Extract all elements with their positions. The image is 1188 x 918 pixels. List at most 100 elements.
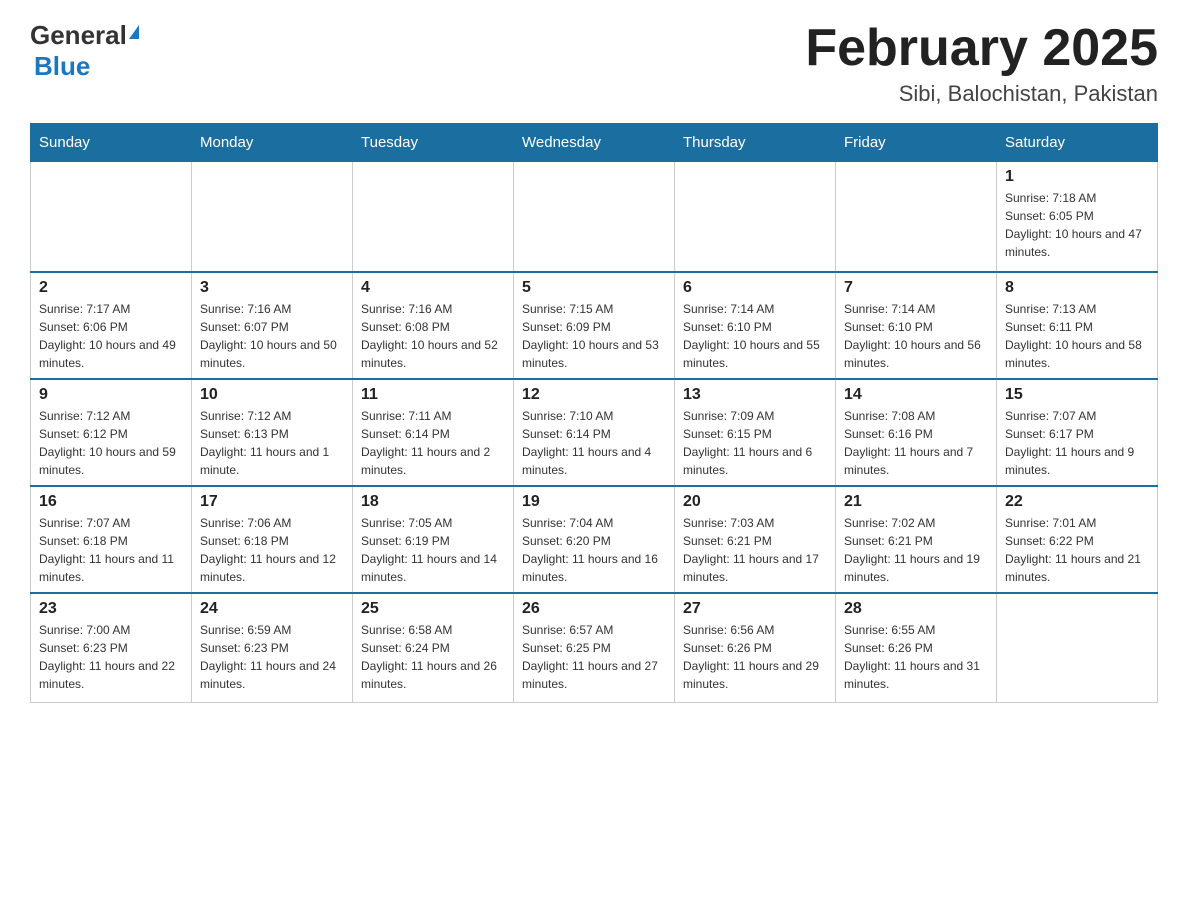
header-monday: Monday xyxy=(192,124,353,162)
day-info: Sunrise: 7:07 AMSunset: 6:18 PMDaylight:… xyxy=(39,514,183,586)
calendar-cell: 15 Sunrise: 7:07 AMSunset: 6:17 PMDayligh… xyxy=(997,379,1158,486)
day-info: Sunrise: 7:14 AMSunset: 6:10 PMDaylight:… xyxy=(844,300,988,372)
day-number: 27 xyxy=(683,600,827,618)
day-number: 6 xyxy=(683,279,827,297)
calendar-cell: 4 Sunrise: 7:16 AMSunset: 6:08 PMDaylight… xyxy=(353,272,514,379)
day-info: Sunrise: 7:06 AMSunset: 6:18 PMDaylight:… xyxy=(200,514,344,586)
calendar-cell xyxy=(192,162,353,272)
page: General Blue February 2025 Sibi, Balochi… xyxy=(0,0,1188,723)
day-info: Sunrise: 7:12 AMSunset: 6:12 PMDaylight:… xyxy=(39,407,183,479)
calendar-cell: 17 Sunrise: 7:06 AMSunset: 6:18 PMDayligh… xyxy=(192,486,353,593)
day-info: Sunrise: 7:15 AMSunset: 6:09 PMDaylight:… xyxy=(522,300,666,372)
day-number: 21 xyxy=(844,493,988,511)
calendar-cell: 28 Sunrise: 6:55 AMSunset: 6:26 PMDayligh… xyxy=(836,593,997,703)
day-info: Sunrise: 7:17 AMSunset: 6:06 PMDaylight:… xyxy=(39,300,183,372)
day-info: Sunrise: 7:10 AMSunset: 6:14 PMDaylight:… xyxy=(522,407,666,479)
day-info: Sunrise: 7:03 AMSunset: 6:21 PMDaylight:… xyxy=(683,514,827,586)
day-info: Sunrise: 6:58 AMSunset: 6:24 PMDaylight:… xyxy=(361,621,505,693)
calendar-cell xyxy=(997,593,1158,703)
calendar-cell: 21Sunrise: 7:02 AMSunset: 6:21 PMDayligh… xyxy=(836,486,997,593)
day-number: 16 xyxy=(39,493,183,511)
day-number: 12 xyxy=(522,386,666,404)
day-info: Sunrise: 7:04 AMSunset: 6:20 PMDaylight:… xyxy=(522,514,666,586)
calendar-cell: 19Sunrise: 7:04 AMSunset: 6:20 PMDayligh… xyxy=(514,486,675,593)
calendar-row-4: 23 Sunrise: 7:00 AMSunset: 6:23 PMDayligh… xyxy=(31,593,1158,703)
day-number: 25 xyxy=(361,600,505,618)
day-number: 3 xyxy=(200,279,344,297)
day-info: Sunrise: 7:14 AMSunset: 6:10 PMDaylight:… xyxy=(683,300,827,372)
day-number: 5 xyxy=(522,279,666,297)
day-number: 17 xyxy=(200,493,344,511)
calendar-cell: 5 Sunrise: 7:15 AMSunset: 6:09 PMDaylight… xyxy=(514,272,675,379)
calendar-cell: 18Sunrise: 7:05 AMSunset: 6:19 PMDayligh… xyxy=(353,486,514,593)
calendar-cell xyxy=(836,162,997,272)
day-number: 8 xyxy=(1005,279,1149,297)
day-info: Sunrise: 7:07 AMSunset: 6:17 PMDaylight:… xyxy=(1005,407,1149,479)
day-number: 13 xyxy=(683,386,827,404)
calendar-cell: 6 Sunrise: 7:14 AMSunset: 6:10 PMDaylight… xyxy=(675,272,836,379)
day-info: Sunrise: 6:56 AMSunset: 6:26 PMDaylight:… xyxy=(683,621,827,693)
calendar-cell: 10Sunrise: 7:12 AMSunset: 6:13 PMDayligh… xyxy=(192,379,353,486)
calendar-row-2: 9 Sunrise: 7:12 AMSunset: 6:12 PMDaylight… xyxy=(31,379,1158,486)
day-info: Sunrise: 7:01 AMSunset: 6:22 PMDaylight:… xyxy=(1005,514,1149,586)
calendar-row-1: 2 Sunrise: 7:17 AMSunset: 6:06 PMDaylight… xyxy=(31,272,1158,379)
logo-general: General xyxy=(30,20,127,51)
day-number: 18 xyxy=(361,493,505,511)
day-info: Sunrise: 7:16 AMSunset: 6:08 PMDaylight:… xyxy=(361,300,505,372)
day-number: 23 xyxy=(39,600,183,618)
day-number: 7 xyxy=(844,279,988,297)
day-number: 15 xyxy=(1005,386,1149,404)
calendar-cell: 22 Sunrise: 7:01 AMSunset: 6:22 PMDayligh… xyxy=(997,486,1158,593)
calendar-cell: 24Sunrise: 6:59 AMSunset: 6:23 PMDayligh… xyxy=(192,593,353,703)
header-sunday: Sunday xyxy=(31,124,192,162)
title-section: February 2025 Sibi, Balochistan, Pakista… xyxy=(805,20,1158,107)
day-number: 22 xyxy=(1005,493,1149,511)
day-info: Sunrise: 7:09 AMSunset: 6:15 PMDaylight:… xyxy=(683,407,827,479)
calendar-cell: 9 Sunrise: 7:12 AMSunset: 6:12 PMDaylight… xyxy=(31,379,192,486)
day-number: 2 xyxy=(39,279,183,297)
calendar-cell xyxy=(675,162,836,272)
header-thursday: Thursday xyxy=(675,124,836,162)
calendar-cell: 8 Sunrise: 7:13 AMSunset: 6:11 PMDaylight… xyxy=(997,272,1158,379)
day-info: Sunrise: 7:16 AMSunset: 6:07 PMDaylight:… xyxy=(200,300,344,372)
calendar-cell: 23 Sunrise: 7:00 AMSunset: 6:23 PMDayligh… xyxy=(31,593,192,703)
day-number: 14 xyxy=(844,386,988,404)
day-info: Sunrise: 7:08 AMSunset: 6:16 PMDaylight:… xyxy=(844,407,988,479)
day-number: 11 xyxy=(361,386,505,404)
calendar-row-3: 16 Sunrise: 7:07 AMSunset: 6:18 PMDayligh… xyxy=(31,486,1158,593)
day-number: 28 xyxy=(844,600,988,618)
day-info: Sunrise: 7:18 AMSunset: 6:05 PMDaylight:… xyxy=(1005,189,1149,261)
calendar-cell: 14 Sunrise: 7:08 AMSunset: 6:16 PMDayligh… xyxy=(836,379,997,486)
header-friday: Friday xyxy=(836,124,997,162)
day-number: 4 xyxy=(361,279,505,297)
header: General Blue February 2025 Sibi, Balochi… xyxy=(30,20,1158,107)
calendar: Sunday Monday Tuesday Wednesday Thursday… xyxy=(30,123,1158,703)
calendar-cell xyxy=(353,162,514,272)
day-info: Sunrise: 7:00 AMSunset: 6:23 PMDaylight:… xyxy=(39,621,183,693)
day-info: Sunrise: 7:12 AMSunset: 6:13 PMDaylight:… xyxy=(200,407,344,479)
calendar-cell xyxy=(31,162,192,272)
month-title: February 2025 xyxy=(805,20,1158,77)
header-tuesday: Tuesday xyxy=(353,124,514,162)
calendar-cell: 12 Sunrise: 7:10 AMSunset: 6:14 PMDayligh… xyxy=(514,379,675,486)
day-info: Sunrise: 7:13 AMSunset: 6:11 PMDaylight:… xyxy=(1005,300,1149,372)
day-number: 9 xyxy=(39,386,183,404)
calendar-cell: 26 Sunrise: 6:57 AMSunset: 6:25 PMDayligh… xyxy=(514,593,675,703)
calendar-header-row: Sunday Monday Tuesday Wednesday Thursday… xyxy=(31,124,1158,162)
day-number: 26 xyxy=(522,600,666,618)
calendar-cell: 11Sunrise: 7:11 AMSunset: 6:14 PMDayligh… xyxy=(353,379,514,486)
calendar-row-0: 1Sunrise: 7:18 AMSunset: 6:05 PMDaylight… xyxy=(31,162,1158,272)
header-saturday: Saturday xyxy=(997,124,1158,162)
logo: General Blue xyxy=(30,20,139,82)
calendar-cell: 1Sunrise: 7:18 AMSunset: 6:05 PMDaylight… xyxy=(997,162,1158,272)
calendar-cell: 3 Sunrise: 7:16 AMSunset: 6:07 PMDaylight… xyxy=(192,272,353,379)
calendar-cell: 7 Sunrise: 7:14 AMSunset: 6:10 PMDaylight… xyxy=(836,272,997,379)
day-info: Sunrise: 6:55 AMSunset: 6:26 PMDaylight:… xyxy=(844,621,988,693)
logo-triangle-icon xyxy=(129,25,139,39)
location: Sibi, Balochistan, Pakistan xyxy=(805,81,1158,107)
day-info: Sunrise: 6:59 AMSunset: 6:23 PMDaylight:… xyxy=(200,621,344,693)
calendar-cell: 16 Sunrise: 7:07 AMSunset: 6:18 PMDayligh… xyxy=(31,486,192,593)
day-number: 20 xyxy=(683,493,827,511)
day-info: Sunrise: 6:57 AMSunset: 6:25 PMDaylight:… xyxy=(522,621,666,693)
calendar-cell xyxy=(514,162,675,272)
